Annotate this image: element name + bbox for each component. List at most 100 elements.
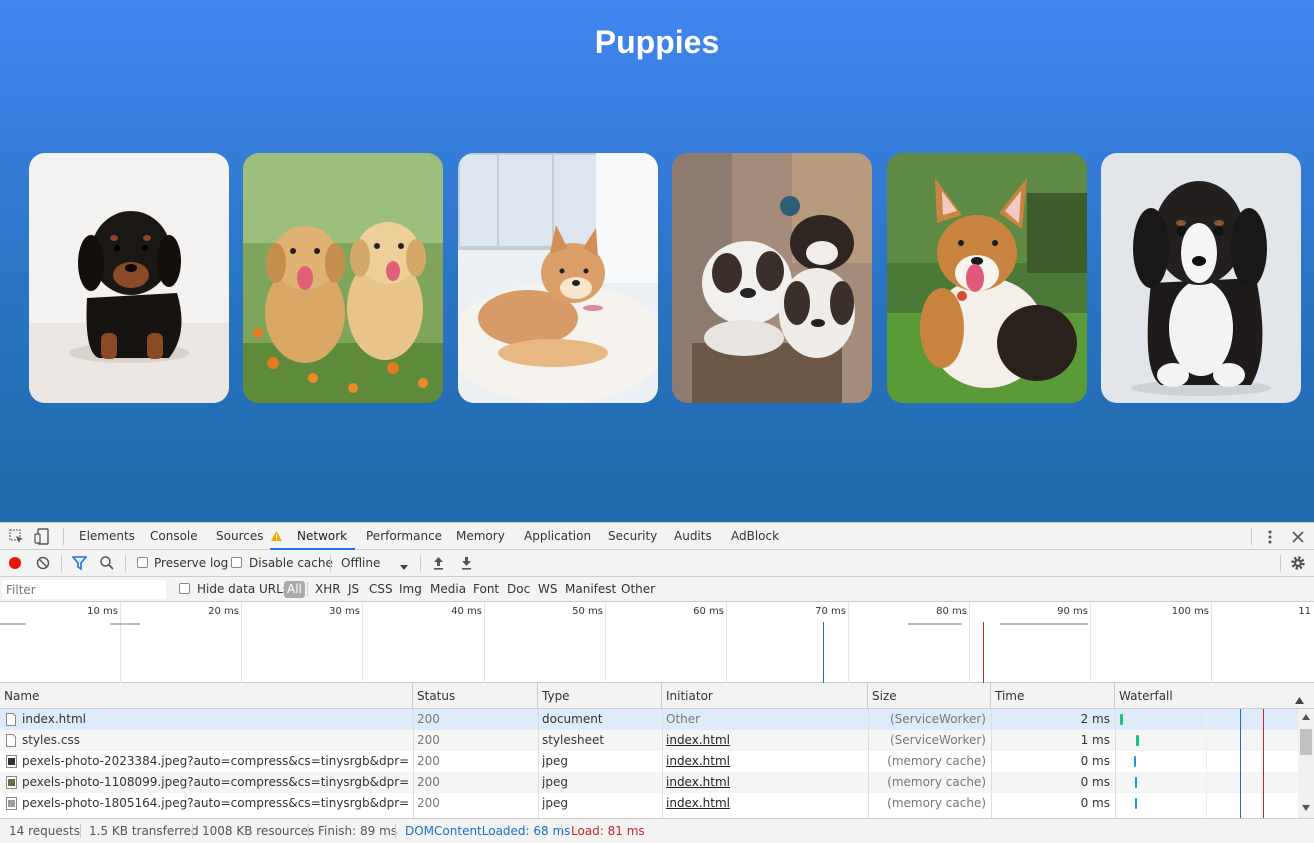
filter-type-font[interactable]: Font <box>473 581 499 598</box>
network-overview-timeline[interactable]: 10 ms 20 ms 30 ms 40 ms 50 ms 60 ms 70 m… <box>0 602 1314 683</box>
devtools-panel: Elements Console Sources Network Perform… <box>0 522 1314 843</box>
page-viewport: Puppies <box>0 0 1314 522</box>
divider <box>80 824 81 838</box>
request-status: 200 <box>417 733 440 747</box>
puppy-card-3[interactable] <box>458 153 658 403</box>
timeline-tick-label: 60 ms <box>693 606 724 617</box>
request-initiator-link[interactable]: index.html <box>666 751 730 772</box>
column-header-status[interactable]: Status <box>413 683 538 709</box>
divider <box>125 555 126 572</box>
request-type: jpeg <box>542 796 568 810</box>
record-icon[interactable] <box>8 556 22 573</box>
scroll-down-icon[interactable] <box>1302 805 1310 811</box>
load-time: Load: 81 ms <box>571 824 645 838</box>
column-header-name[interactable]: Name <box>0 683 413 709</box>
column-header-waterfall[interactable]: Waterfall <box>1115 683 1314 709</box>
filter-type-ws[interactable]: WS <box>538 581 557 598</box>
preserve-log-checkbox[interactable] <box>137 557 148 568</box>
timeline-gridline <box>484 602 485 683</box>
table-row[interactable]: pexels-photo-1108099.jpeg?auto=compress&… <box>0 772 1298 793</box>
filter-type-img[interactable]: Img <box>399 581 422 598</box>
request-size: (memory cache) <box>887 775 986 789</box>
sort-ascending-icon[interactable] <box>1295 693 1304 707</box>
table-scrollbar[interactable] <box>1298 709 1314 818</box>
timeline-gridline <box>362 602 363 683</box>
tab-memory[interactable]: Memory <box>456 523 505 550</box>
table-row[interactable]: styles.css 200 stylesheet index.html (Se… <box>0 730 1298 751</box>
waterfall-bar <box>1134 756 1136 767</box>
column-header-type[interactable]: Type <box>538 683 662 709</box>
filter-type-xhr[interactable]: XHR <box>315 581 341 598</box>
puppy-card-4[interactable] <box>672 153 872 403</box>
import-har-icon[interactable] <box>433 556 444 573</box>
tab-security[interactable]: Security <box>608 523 657 550</box>
filter-type-other[interactable]: Other <box>621 581 655 598</box>
filter-type-doc[interactable]: Doc <box>507 581 530 598</box>
domcontentloaded-time: DOMContentLoaded: 68 ms <box>405 824 571 838</box>
request-initiator-link[interactable]: index.html <box>666 772 730 793</box>
page-title: Puppies <box>594 24 720 60</box>
timeline-gridline <box>848 602 849 683</box>
resources-size: 1008 KB resources <box>202 824 315 838</box>
table-row[interactable]: pexels-photo-1805164.jpeg?auto=compress&… <box>0 793 1298 814</box>
timeline-gridline <box>605 602 606 683</box>
column-header-time[interactable]: Time <box>991 683 1115 709</box>
load-marker <box>983 622 984 683</box>
filter-type-all[interactable]: All <box>284 581 305 598</box>
request-name: pexels-photo-1108099.jpeg?auto=compress&… <box>22 775 410 789</box>
request-status: 200 <box>417 796 440 810</box>
puppy-card-1[interactable] <box>29 153 229 403</box>
column-header-size[interactable]: Size <box>868 683 991 709</box>
table-row[interactable]: pexels-photo-2023384.jpeg?auto=compress&… <box>0 751 1298 772</box>
tab-console[interactable]: Console <box>150 523 198 550</box>
timeline-gridline <box>1090 602 1091 683</box>
more-options-icon[interactable] <box>1266 529 1274 548</box>
tab-adblock[interactable]: AdBlock <box>731 523 779 550</box>
network-requests-table: Name Status Type Initiator Size Time Wat… <box>0 683 1314 818</box>
divider <box>1280 555 1281 572</box>
scroll-up-icon[interactable] <box>1302 714 1310 720</box>
filter-icon[interactable] <box>71 556 88 573</box>
tab-elements[interactable]: Elements <box>79 523 135 550</box>
filter-input[interactable] <box>2 580 166 599</box>
column-separator <box>538 709 539 818</box>
divider <box>307 582 308 597</box>
column-header-initiator[interactable]: Initiator <box>662 683 868 709</box>
tab-network[interactable]: Network <box>270 523 355 550</box>
preserve-log-label: Preserve log <box>154 556 229 570</box>
tab-application[interactable]: Application <box>524 523 591 550</box>
settings-gear-icon[interactable] <box>1290 555 1306 574</box>
clear-icon[interactable] <box>36 556 50 573</box>
throttling-select[interactable]: Offline <box>341 556 380 570</box>
search-icon[interactable] <box>100 556 114 573</box>
request-size: (ServiceWorker) <box>890 733 986 747</box>
hide-data-urls-checkbox[interactable] <box>179 583 190 594</box>
tab-sources[interactable]: Sources <box>216 523 263 550</box>
tab-audits[interactable]: Audits <box>674 523 712 550</box>
disable-cache-checkbox[interactable] <box>231 557 242 568</box>
scrollbar-thumb[interactable] <box>1300 729 1312 755</box>
waterfall-load-line <box>1263 709 1264 818</box>
request-initiator-link[interactable]: index.html <box>666 793 730 814</box>
filter-type-css[interactable]: CSS <box>369 581 393 598</box>
puppy-card-2[interactable] <box>243 153 443 403</box>
request-status: 200 <box>417 754 440 768</box>
filter-type-media[interactable]: Media <box>430 581 466 598</box>
filter-type-js[interactable]: JS <box>348 581 359 598</box>
table-row[interactable]: index.html 200 document Other (ServiceWo… <box>0 709 1298 730</box>
chevron-down-icon[interactable] <box>400 560 408 574</box>
timeline-tick-label: 50 ms <box>572 606 603 617</box>
timeline-gridline <box>969 602 970 683</box>
filter-type-manifest[interactable]: Manifest <box>565 581 616 598</box>
request-initiator-link[interactable]: index.html <box>666 730 730 751</box>
column-separator <box>413 709 414 818</box>
timeline-tick-label: 30 ms <box>329 606 360 617</box>
puppy-card-5[interactable] <box>887 153 1087 403</box>
close-devtools-icon[interactable] <box>1292 531 1304 546</box>
device-toolbar-icon[interactable] <box>34 528 50 548</box>
export-har-icon[interactable] <box>461 556 472 573</box>
divider <box>63 528 64 545</box>
puppy-card-6[interactable] <box>1101 153 1301 403</box>
inspect-element-icon[interactable] <box>9 529 25 548</box>
tab-performance[interactable]: Performance <box>366 523 442 550</box>
